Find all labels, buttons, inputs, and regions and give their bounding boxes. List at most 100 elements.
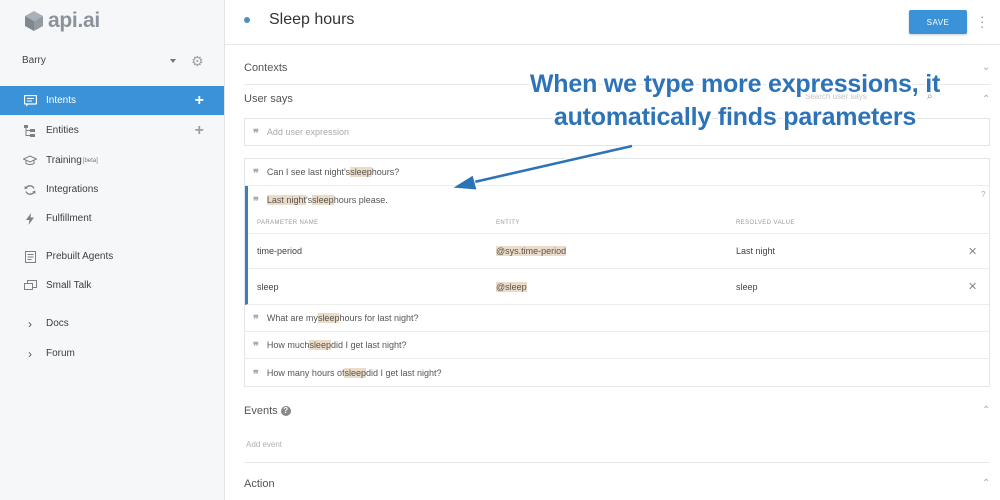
quote-icon: ❞ xyxy=(253,167,259,180)
chevron-right-icon: › xyxy=(28,346,32,361)
column-header-parameter-name: PARAMETER NAME xyxy=(257,220,319,226)
logo[interactable]: api.ai xyxy=(24,8,100,34)
sidebar-item-label: Docs xyxy=(46,318,69,329)
annotation-line: When we type more expressions, it xyxy=(529,70,941,98)
expanded-expression: ❞ Last night 's sleep hours please. ? PA… xyxy=(245,186,989,305)
sidebar-item-label: Integrations xyxy=(46,184,99,195)
sidebar: api.ai Barry ⚙ Intents + Entities + Trai… xyxy=(0,0,225,500)
sidebar-item-entities[interactable]: Entities + xyxy=(0,116,224,145)
graduation-cap-icon xyxy=(20,151,40,171)
agent-selector[interactable]: Barry ⚙ xyxy=(22,54,212,71)
hierarchy-icon xyxy=(20,121,40,141)
add-user-expression-placeholder: Add user expression xyxy=(266,127,349,137)
help-icon[interactable]: ? xyxy=(280,406,291,416)
agent-name: Barry xyxy=(22,55,46,66)
expression-text: hours please. xyxy=(333,194,388,205)
sidebar-item-label: Prebuilt Agents xyxy=(46,251,114,262)
annotated-parameter[interactable]: sleep xyxy=(309,340,331,350)
user-expression[interactable]: ❞ How many hours of sleep did I get last… xyxy=(245,359,989,386)
expression-text: How many hours of xyxy=(266,367,345,378)
sidebar-item-label: Forum xyxy=(46,348,75,359)
quote-icon: ❞ xyxy=(253,340,259,353)
logo-text: api.ai xyxy=(48,9,100,32)
chevron-right-icon: › xyxy=(28,316,32,331)
parameter-resolved-value: sleep xyxy=(736,281,758,292)
user-expression[interactable]: ❞ Last night 's sleep hours please. xyxy=(245,186,989,213)
quote-icon: ❞ xyxy=(253,367,259,381)
expression-text: did I get last night? xyxy=(365,367,442,378)
annotated-parameter[interactable]: sleep xyxy=(350,167,372,177)
add-entity-button[interactable]: + xyxy=(195,122,204,140)
expression-text: hours for last night? xyxy=(339,313,419,323)
expression-text: What are my xyxy=(266,313,318,323)
events-label: Events xyxy=(244,405,278,417)
sidebar-item-prebuilt-agents[interactable]: Prebuilt Agents xyxy=(0,242,224,271)
parameter-row: time-period @sys.time-period Last night … xyxy=(248,234,989,269)
annotation-line: automatically finds parameters xyxy=(553,103,917,131)
gear-icon[interactable]: ⚙ xyxy=(191,54,204,68)
parameter-name[interactable]: sleep xyxy=(257,282,279,292)
sidebar-item-label: Fulfillment xyxy=(46,213,92,224)
parameter-name[interactable]: time-period xyxy=(257,246,302,256)
annotation-callout: When we type more expressions, it automa… xyxy=(480,68,990,134)
user-expression-list: ❞ Can I see last night's sleep hours? ❞ … xyxy=(244,158,990,387)
save-button[interactable]: SAVE xyxy=(909,10,967,34)
contexts-section-header[interactable]: Contexts xyxy=(244,62,287,74)
quote-icon: ❞ xyxy=(253,127,259,140)
parameter-entity[interactable]: @sleep xyxy=(496,281,527,292)
chat-icon xyxy=(20,276,40,296)
events-section-header[interactable]: Events ? xyxy=(244,405,291,417)
caret-down-icon[interactable] xyxy=(170,59,176,63)
beta-badge: [beta] xyxy=(82,157,98,164)
chevron-up-icon[interactable]: ⌃ xyxy=(982,405,990,416)
sidebar-item-intents[interactable]: Intents + xyxy=(0,86,224,115)
sidebar-item-label: Intents xyxy=(46,95,77,106)
top-bar: Sleep hours SAVE · · · xyxy=(225,0,1000,45)
sidebar-item-label: Entities xyxy=(46,125,79,136)
sidebar-item-fulfillment[interactable]: Fulfillment xyxy=(0,204,224,233)
add-event-input[interactable]: Add event xyxy=(246,440,282,449)
user-expression[interactable]: ❞ How much sleep did I get last night? xyxy=(245,332,989,359)
sidebar-item-small-talk[interactable]: Small Talk xyxy=(0,271,224,300)
quote-icon: ❞ xyxy=(253,313,259,326)
sidebar-item-training[interactable]: Training [beta] xyxy=(0,146,224,175)
cube-logo-icon xyxy=(25,11,43,31)
user-says-section-header[interactable]: User says xyxy=(244,93,293,105)
more-vert-icon[interactable]: · · · xyxy=(980,10,984,33)
sidebar-item-label: Small Talk xyxy=(46,280,92,291)
divider xyxy=(244,462,990,463)
document-icon xyxy=(20,247,40,267)
expression-text: How much xyxy=(266,340,310,350)
expression-text: hours? xyxy=(371,167,400,177)
parameter-row: sleep @sleep sleep ✕ xyxy=(248,269,989,304)
help-icon[interactable]: ? xyxy=(981,190,985,199)
sidebar-item-label: Training xyxy=(46,155,82,166)
lightning-icon xyxy=(20,209,40,229)
parameter-resolved-value: Last night xyxy=(736,246,776,256)
annotated-parameter[interactable]: sleep xyxy=(317,313,340,323)
sidebar-item-integrations[interactable]: Integrations xyxy=(0,175,224,204)
action-section-header[interactable]: Action xyxy=(244,478,275,490)
user-expression[interactable]: ❞ Can I see last night's sleep hours? xyxy=(245,159,989,186)
sidebar-item-forum[interactable]: › Forum xyxy=(0,339,224,368)
expression-text: Can I see last night's xyxy=(266,167,351,177)
parameter-entity[interactable]: @sys.time-period xyxy=(496,246,567,256)
sync-icon xyxy=(20,180,40,200)
intent-status-dot-icon xyxy=(244,17,250,23)
annotated-parameter[interactable]: Last night xyxy=(266,194,306,205)
parameter-table-header: PARAMETER NAME ENTITY RESOLVED VALUE xyxy=(248,213,989,234)
chevron-up-icon[interactable]: ⌃ xyxy=(982,478,990,489)
column-header-resolved-value: RESOLVED VALUE xyxy=(736,220,795,226)
annotated-parameter[interactable]: sleep xyxy=(344,367,366,378)
add-intent-button[interactable]: + xyxy=(195,92,204,110)
user-expression[interactable]: ❞ What are my sleep hours for last night… xyxy=(245,305,989,332)
close-icon[interactable]: ✕ xyxy=(968,280,977,293)
sidebar-item-docs[interactable]: › Docs xyxy=(0,309,224,338)
close-icon[interactable]: ✕ xyxy=(968,245,977,258)
chat-bubble-icon xyxy=(20,91,40,111)
quote-icon: ❞ xyxy=(253,194,259,208)
page-title: Sleep hours xyxy=(269,11,355,28)
column-header-entity: ENTITY xyxy=(496,220,520,226)
expression-text: did I get last night? xyxy=(330,340,407,350)
annotated-parameter[interactable]: sleep xyxy=(312,194,334,205)
